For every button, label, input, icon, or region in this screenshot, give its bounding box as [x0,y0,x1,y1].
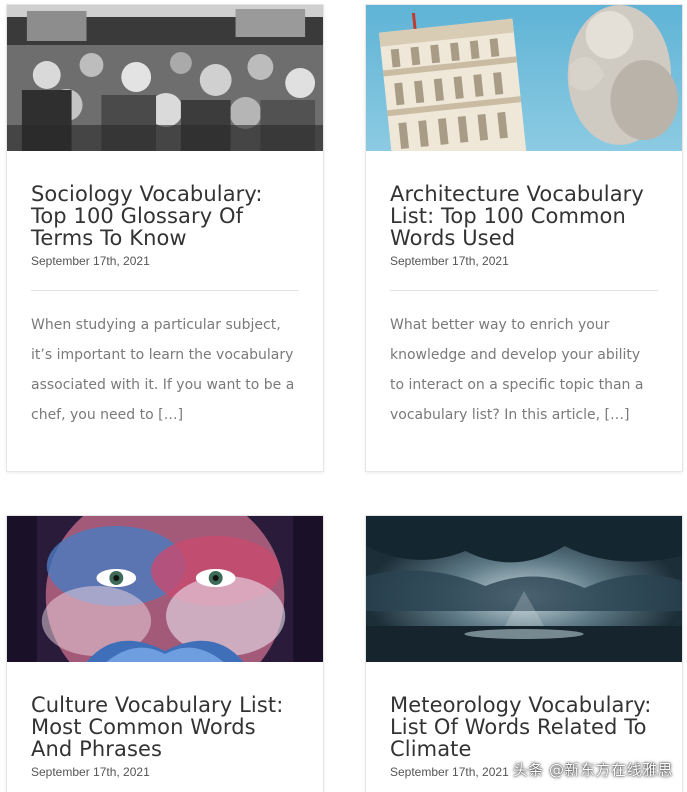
post-date: September 17th, 2021 [390,254,509,268]
post-title[interactable]: Meteorology Vocabulary: List Of Words Re… [390,694,658,760]
post-card-body: Architecture Vocabulary List: Top 100 Co… [366,151,682,430]
post-title[interactable]: Architecture Vocabulary List: Top 100 Co… [390,183,658,249]
leaning-tower-statue-photo [366,5,682,151]
sky-clouds-sea-photo [366,516,682,662]
post-card-culture[interactable]: Culture Vocabulary List: Most Common Wor… [6,515,324,792]
painted-face-butterfly-photo [7,516,323,662]
post-title[interactable]: Sociology Vocabulary: Top 100 Glossary O… [31,183,299,249]
post-card-body: Culture Vocabulary List: Most Common Wor… [7,662,323,779]
post-excerpt: When studying a particular subject, it’s… [31,317,295,423]
crowd-photo [7,5,323,151]
post-title[interactable]: Culture Vocabulary List: Most Common Wor… [31,694,299,760]
divider [390,290,658,291]
post-card-body: Sociology Vocabulary: Top 100 Glossary O… [7,151,323,430]
blog-grid: Sociology Vocabulary: Top 100 Glossary O… [0,0,687,792]
post-card-architecture[interactable]: Architecture Vocabulary List: Top 100 Co… [365,4,683,472]
post-thumbnail-tower[interactable] [366,5,682,151]
post-thumbnail-painted-face[interactable] [7,516,323,662]
post-thumbnail-sky[interactable] [366,516,682,662]
post-thumbnail-crowd[interactable] [7,5,323,151]
divider [31,290,299,291]
post-card-sociology[interactable]: Sociology Vocabulary: Top 100 Glossary O… [6,4,324,472]
post-date: September 17th, 2021 [31,765,150,779]
post-excerpt: What better way to enrich your knowledge… [390,317,644,423]
post-date: September 17th, 2021 [31,254,150,268]
post-card-meteorology[interactable]: Meteorology Vocabulary: List Of Words Re… [365,515,683,792]
source-watermark: 头条 @新东方在线雅思 [512,761,673,779]
